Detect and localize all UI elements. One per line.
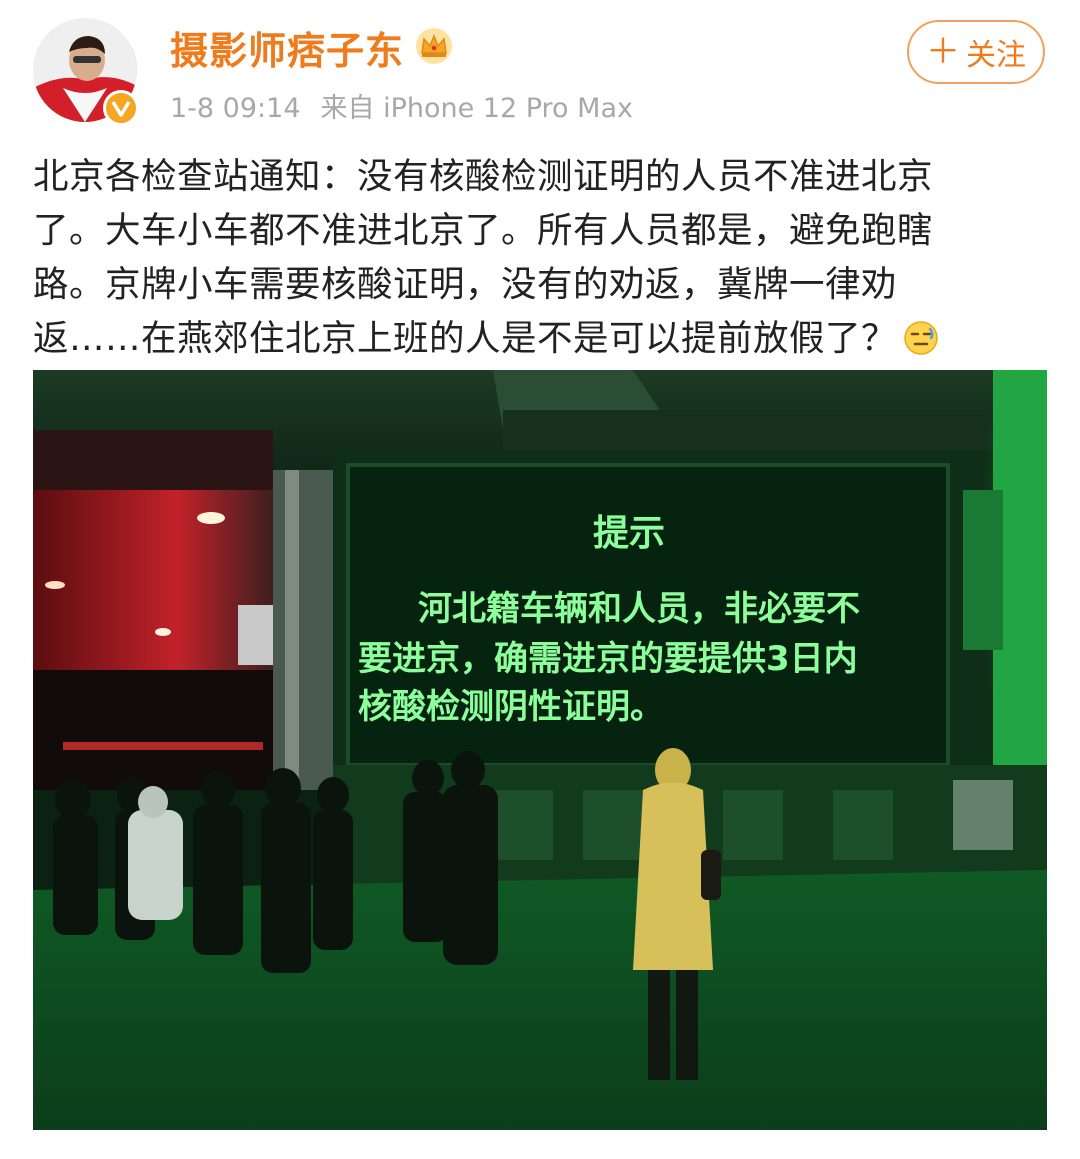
post-text-line: 北京各检查站通知：没有核酸检测证明的人员不准进北京 <box>33 156 934 197</box>
post-text-line: 路。京牌小车需要核酸证明，没有的劝返，冀牌一律劝 <box>33 264 898 305</box>
post-meta: 1-8 09:14 来自 iPhone 12 Pro Max <box>170 86 633 125</box>
post-time: 1-8 09:14 <box>170 93 301 124</box>
post-text-line-last: 返……在燕郊住北京上班的人是不是可以提前放假了？ <box>33 312 1048 366</box>
plus-icon: ＋ <box>926 32 960 72</box>
post-source: 来自 iPhone 12 Pro Max <box>320 93 633 124</box>
post-text-line: 返……在燕郊住北京上班的人是不是可以提前放假了？ <box>33 318 898 359</box>
follow-button[interactable]: ＋ 关注 <box>907 20 1045 84</box>
follow-label: 关注 <box>966 38 1026 73</box>
post-text: 北京各检查站通知：没有核酸检测证明的人员不准进北京 了。大车小车都不准进北京了。… <box>33 150 1048 366</box>
post-text-line: 了。大车小车都不准进北京了。所有人员都是，避免跑瞎 <box>33 210 934 251</box>
weibo-post: 摄影师痞子东 1-8 09:14 来自 iPhone 12 Pro Max ＋ 关… <box>0 0 1080 1159</box>
post-photo[interactable]: 提示 河北籍车辆和人员，非必要不 要进京，确需进京的要提供3日内 核酸检测阴性证… <box>33 370 1047 1130</box>
crown-icon <box>416 28 452 64</box>
sign-line: 核酸检测阴性证明。 <box>358 687 664 727</box>
verified-v-icon <box>103 90 139 126</box>
sign-line: 河北籍车辆和人员，非必要不 <box>418 589 860 629</box>
username[interactable]: 摄影师痞子东 <box>170 20 404 75</box>
sign-title: 提示 <box>593 513 665 554</box>
sign-line: 要进京，确需进京的要提供3日内 <box>358 639 858 679</box>
speechless-emoji-icon <box>904 321 938 355</box>
